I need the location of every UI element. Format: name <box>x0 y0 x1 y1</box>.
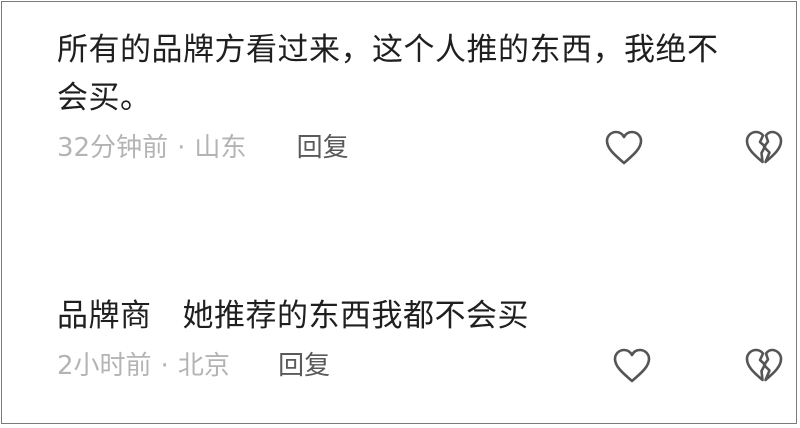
meta-separator: · <box>177 133 186 163</box>
comment-time: 2小时前 <box>57 351 152 381</box>
comment-meta: 2小时前 · 北京 回复 <box>57 344 783 388</box>
comment-meta: 32分钟前 · 山东 回复 <box>57 126 783 170</box>
reply-button[interactable]: 回复 <box>297 126 349 170</box>
broken-heart-icon <box>745 348 783 382</box>
comment-time: 32分钟前 <box>57 133 169 163</box>
heart-outline-icon <box>605 130 643 165</box>
dislike-button[interactable] <box>742 126 786 170</box>
heart-outline-icon <box>613 348 651 383</box>
comment-item: 品牌商 她推荐的东西我都不会买 2小时前 · 北京 回复 <box>57 292 783 388</box>
meta-separator: · <box>160 351 169 381</box>
broken-heart-icon <box>745 130 783 164</box>
like-button[interactable] <box>610 344 654 388</box>
comment-text: 品牌商 她推荐的东西我都不会买 <box>57 298 530 334</box>
comment-item: 所有的品牌方看过来，这个人推的东西，我绝不会买。 32分钟前 · 山东 回复 <box>57 26 783 170</box>
reply-button[interactable]: 回复 <box>278 344 330 388</box>
dislike-button[interactable] <box>742 344 786 388</box>
comment-list: 所有的品牌方看过来，这个人推的东西，我绝不会买。 32分钟前 · 山东 回复 品牌商… <box>1 1 797 424</box>
comment-location: 北京 <box>177 351 230 381</box>
like-button[interactable] <box>602 126 646 170</box>
comment-text: 所有的品牌方看过来，这个人推的东西，我绝不会买。 <box>57 32 719 116</box>
comment-location: 山东 <box>194 133 247 163</box>
